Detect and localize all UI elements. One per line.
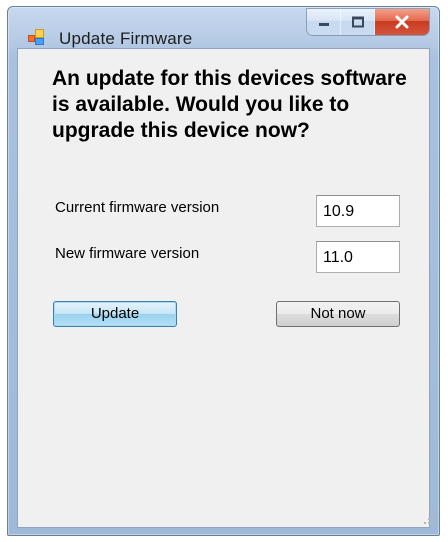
maximize-button[interactable]	[341, 9, 375, 35]
minimize-button[interactable]	[307, 9, 341, 35]
title-bar[interactable]: Update Firmware	[8, 7, 439, 48]
maximize-icon	[351, 16, 364, 28]
new-firmware-label: New firmware version	[55, 245, 200, 262]
current-firmware-label: Current firmware version	[55, 199, 220, 216]
app-icon	[28, 29, 44, 45]
not-now-button[interactable]: Not now	[276, 301, 400, 327]
minimize-icon	[318, 23, 329, 26]
close-button[interactable]	[375, 9, 429, 35]
update-button[interactable]: Update	[53, 301, 177, 327]
current-firmware-field[interactable]: 10.9	[316, 195, 400, 227]
caption-buttons	[307, 9, 429, 35]
close-icon	[395, 15, 409, 29]
resize-grip[interactable]	[424, 514, 434, 524]
update-prompt-text: An update for this devices software is a…	[52, 67, 407, 142]
new-firmware-field[interactable]: 11.0	[316, 241, 400, 273]
window-title: Update Firmware	[59, 29, 193, 48]
